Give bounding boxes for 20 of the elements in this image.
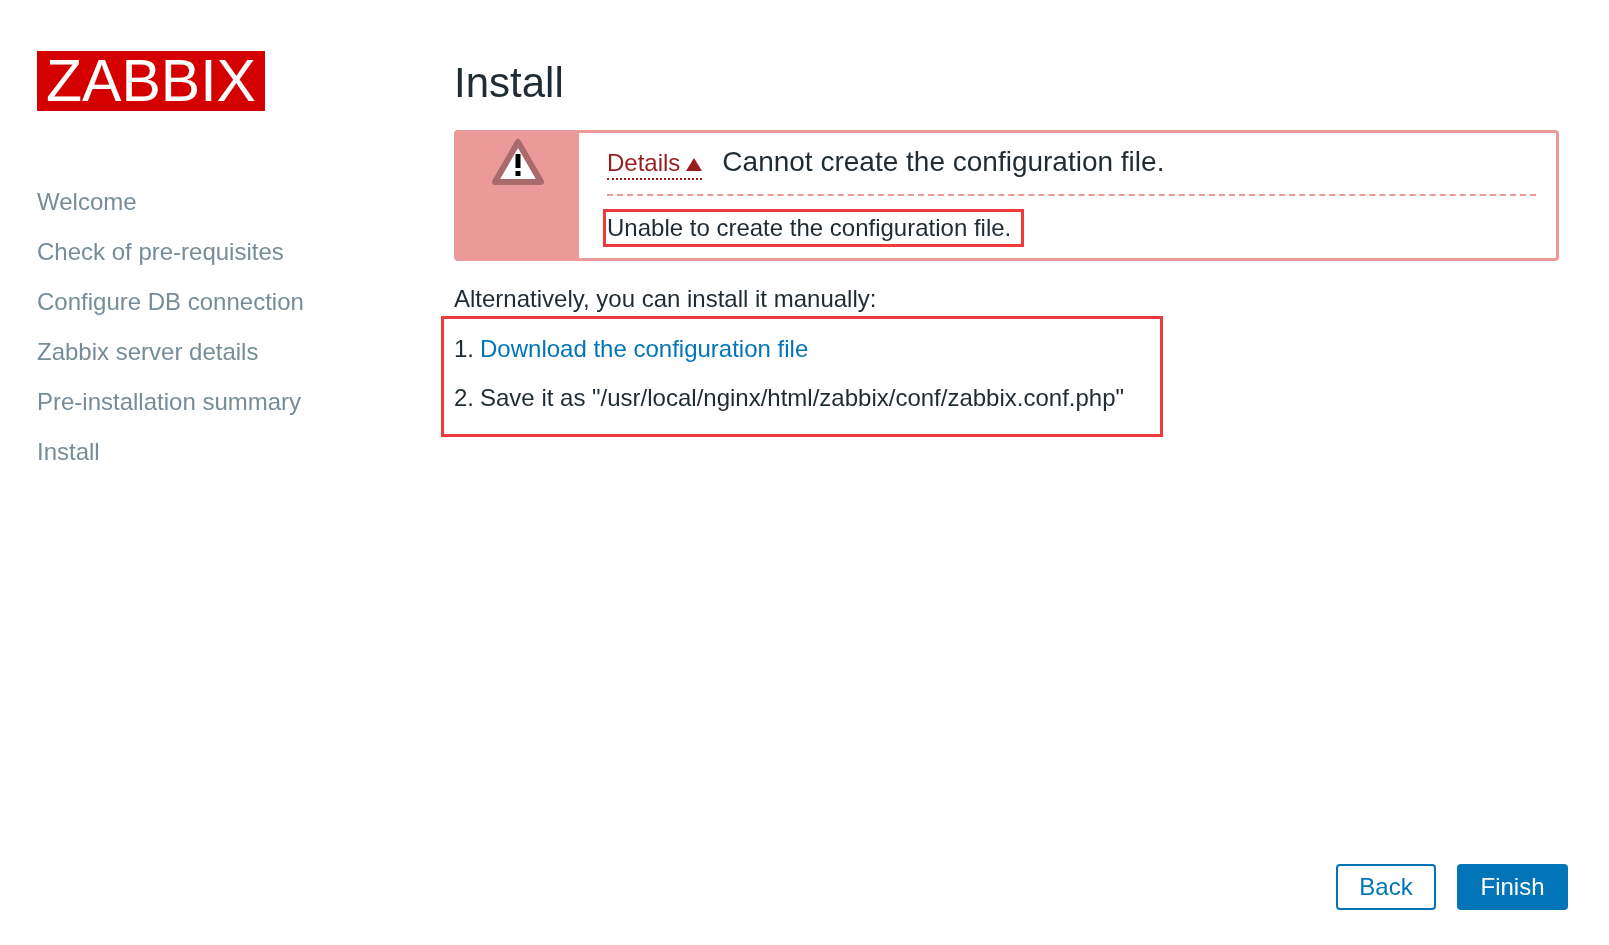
finish-button[interactable]: Finish <box>1457 864 1568 910</box>
details-toggle[interactable]: Details <box>607 149 703 180</box>
sidebar-item: Welcome <box>37 188 137 216</box>
warning-icon <box>491 138 545 188</box>
step-number: 1. <box>454 335 474 363</box>
sidebar-item: Configure DB connection <box>37 288 304 316</box>
step-number: 2. <box>454 384 474 412</box>
intro-text: Alternatively, you can install it manually: <box>454 285 877 313</box>
step-text: Save it as "/usr/local/nginx/html/zabbix/conf/zabbix.conf.php" <box>480 384 1125 412</box>
sidebar-item: Zabbix server details <box>37 338 259 366</box>
page-title: Install <box>454 60 564 106</box>
download-link[interactable]: Download the configuration file <box>480 335 809 363</box>
sidebar-item: Pre-installation summary <box>37 388 302 416</box>
logo: ZABBIX <box>37 51 265 111</box>
sidebar-item: Check of pre-requisites <box>37 238 284 266</box>
sidebar-item: Install <box>37 438 100 466</box>
error-title: Cannot create the configuration file. <box>722 146 1165 178</box>
back-button[interactable]: Back <box>1336 864 1436 910</box>
caret-up-icon <box>686 158 703 171</box>
error-detail: Unable to create the configuration file. <box>603 209 1025 247</box>
